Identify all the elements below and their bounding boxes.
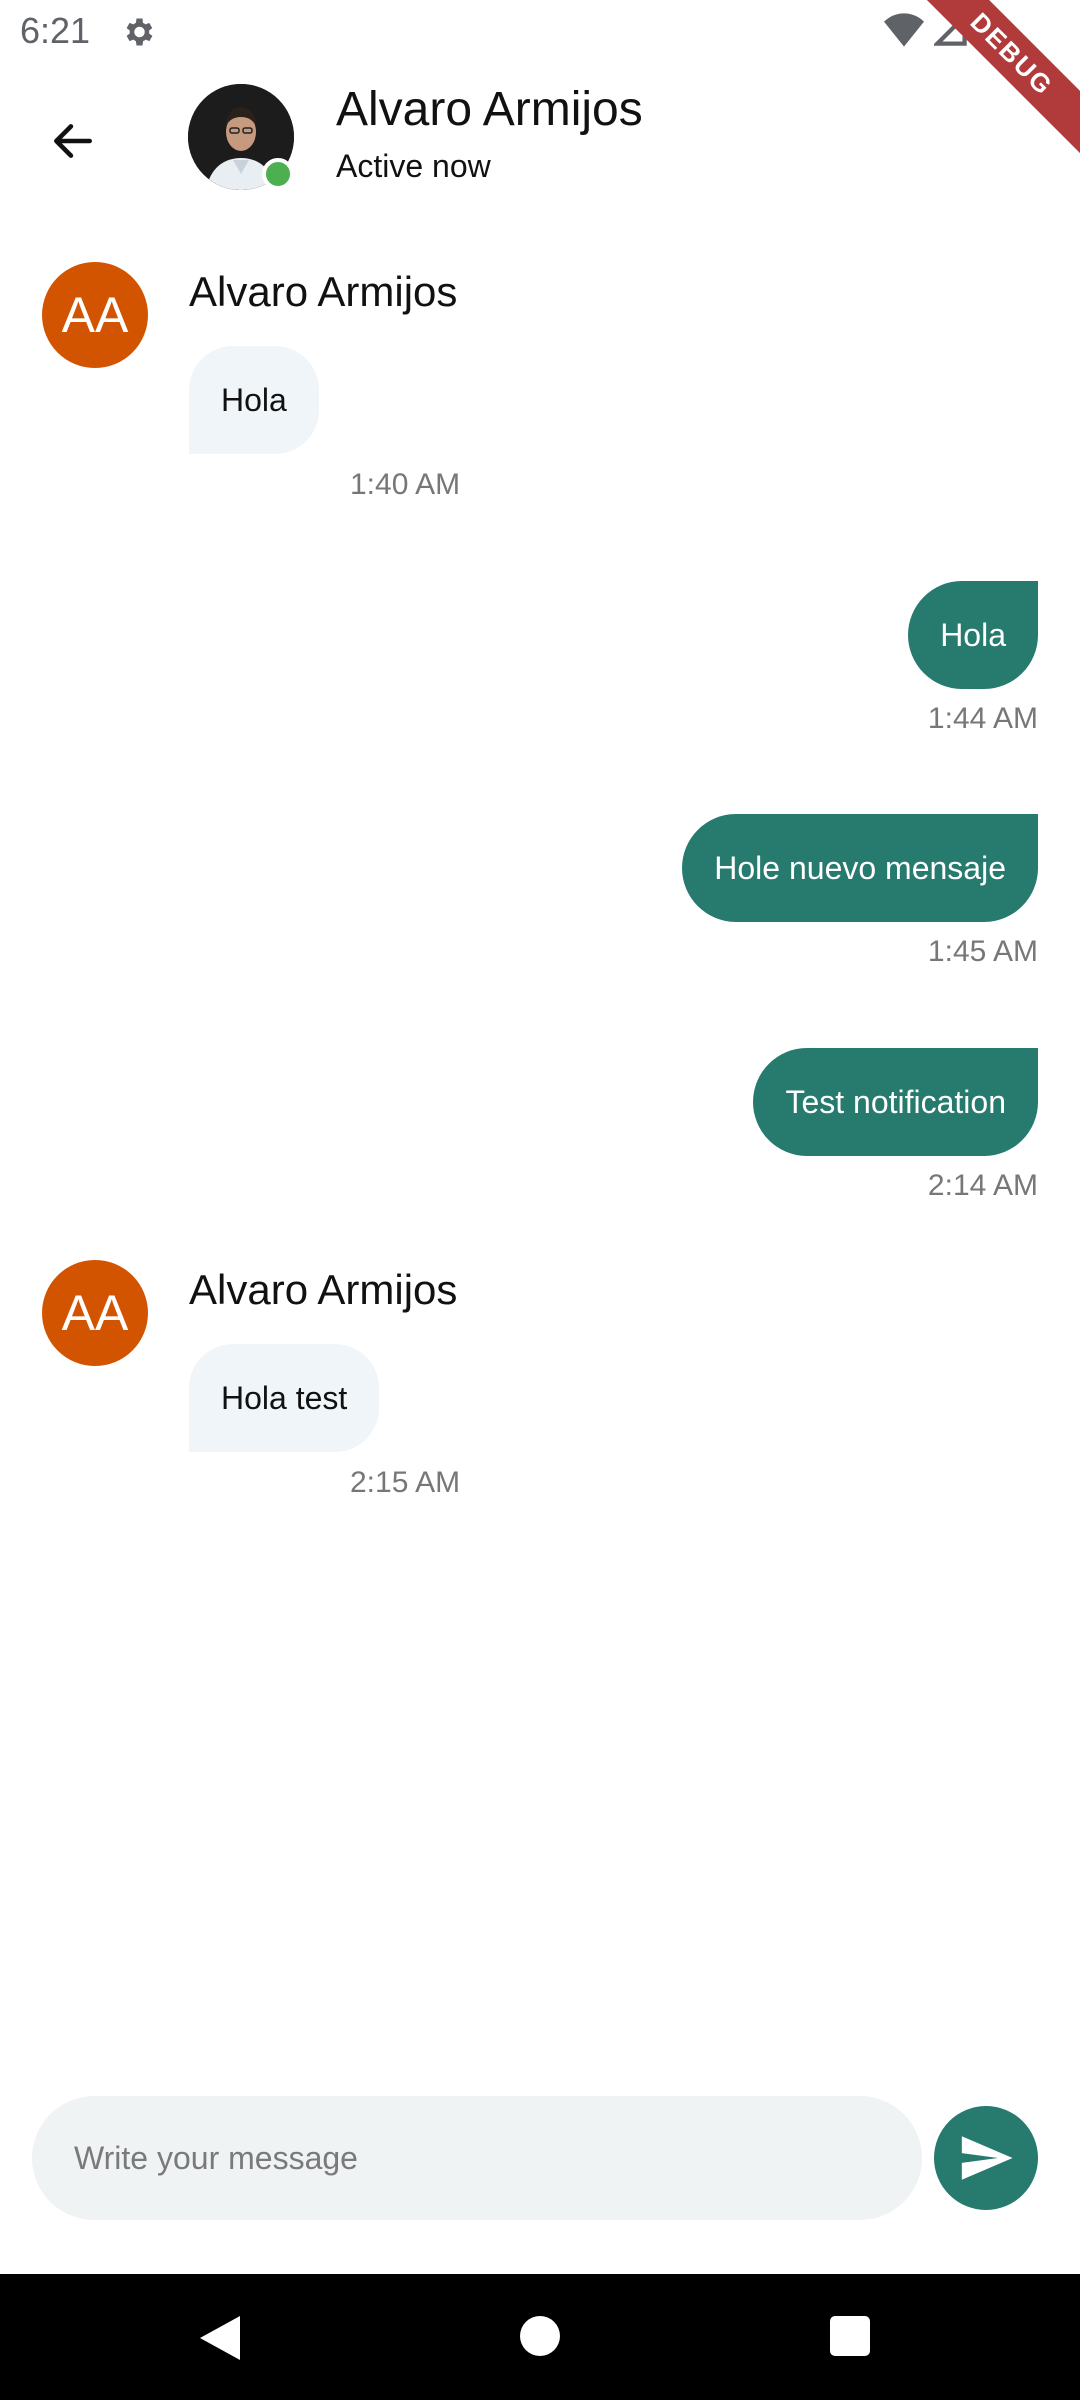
message-time: 1:45 AM	[927, 935, 1038, 968]
gear-icon	[126, 18, 153, 46]
message-text: Hola	[940, 616, 1006, 653]
online-indicator	[262, 158, 294, 190]
sender-avatar[interactable]: AA	[42, 1260, 148, 1366]
back-button[interactable]	[36, 104, 110, 178]
nav-home-icon[interactable]	[520, 2316, 560, 2356]
sender-avatar[interactable]: AA	[42, 262, 148, 368]
contact-status: Active now	[336, 148, 491, 184]
arrow-back-icon	[54, 124, 92, 158]
status-bar: 6:21 DEBUG	[0, 0, 1080, 162]
sender-name: Alvaro Armijos	[189, 1266, 458, 1313]
message-time: 1:44 AM	[927, 702, 1038, 735]
outgoing-message-bubble[interactable]: Hole nuevo mensaje	[682, 814, 1038, 922]
message-input-container[interactable]	[32, 2096, 922, 2220]
incoming-message-bubble[interactable]: Hola test	[189, 1344, 380, 1452]
message-input[interactable]	[32, 2096, 922, 2220]
wifi-icon	[884, 13, 924, 47]
message-text: Test notification	[785, 1083, 1006, 1120]
message-text: Hole nuevo mensaje	[714, 849, 1006, 886]
chat-header: Alvaro Armijos Active now	[0, 64, 1080, 214]
sender-name: Alvaro Armijos	[189, 268, 458, 315]
message-text: Hola test	[221, 1379, 348, 1416]
contact-name: Alvaro Armijos	[336, 83, 643, 136]
system-nav-bar	[0, 2274, 1080, 2400]
nav-recents-icon[interactable]	[830, 2316, 870, 2356]
outgoing-message-bubble[interactable]: Test notification	[753, 1048, 1038, 1156]
nav-back-icon[interactable]	[200, 2316, 240, 2360]
message-time: 2:14 AM	[927, 1169, 1038, 1202]
message-text: Hola	[221, 381, 287, 418]
outgoing-message-bubble[interactable]: Hola	[908, 581, 1038, 689]
message-time: 2:15 AM	[350, 1466, 461, 1499]
status-time: 6:21	[20, 10, 91, 51]
incoming-message-bubble[interactable]: Hola	[189, 346, 319, 454]
send-icon	[961, 2136, 1013, 2180]
message-time: 1:40 AM	[350, 468, 461, 501]
send-button[interactable]	[934, 2106, 1038, 2210]
